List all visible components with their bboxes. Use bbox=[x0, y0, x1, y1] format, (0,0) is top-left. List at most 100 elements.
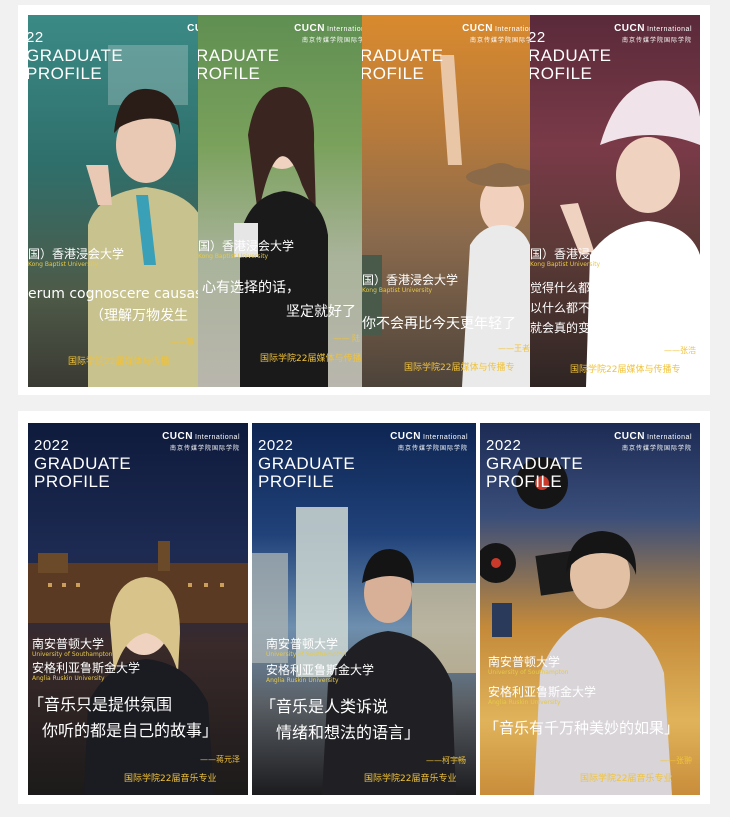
title-year: 22 bbox=[530, 29, 546, 46]
poster-title: 2022 GRADUATE PROFILE bbox=[486, 437, 583, 491]
school-en: Kong Baptist University bbox=[530, 261, 601, 268]
logo-sub: 南京传媒学院国际学院 bbox=[169, 445, 240, 452]
bottom-poster-2[interactable]: 2022 GRADUATE PROFILE CUCN International … bbox=[252, 423, 476, 795]
title-line2: PROFILE bbox=[28, 64, 103, 83]
poster-title: 22 RADUATE ROFILE bbox=[530, 29, 611, 83]
logo-brand: CUCN bbox=[187, 23, 198, 34]
major-label: 国际学院22届媒体与传播专 bbox=[404, 363, 515, 373]
school-name-2: 安格利亚鲁斯金大学 Anglia Ruskin University bbox=[32, 661, 140, 683]
school-name-1: 南安普顿大学 University of Southampton bbox=[266, 637, 346, 659]
title-year: 22 bbox=[28, 29, 44, 46]
logo-brand: CUCN bbox=[390, 431, 421, 442]
quote-line-2: 坚定就好了 bbox=[286, 304, 356, 320]
major-label: 国际学院22届媒体与传播 bbox=[68, 357, 170, 367]
school-en: Anglia Ruskin University bbox=[266, 677, 339, 684]
school-en: University of Southampton bbox=[488, 669, 569, 676]
bottom-poster-card: 2022 GRADUATE PROFILE CUCN International … bbox=[18, 411, 710, 804]
logo-sub: 南京传媒学院国际学院 bbox=[469, 37, 530, 44]
school-cn: 南安普顿大学 bbox=[32, 637, 105, 651]
title-line1: GRADUATE bbox=[258, 454, 356, 473]
major-label: 国际学院22届音乐专业 bbox=[124, 774, 217, 784]
signature: —— 陆 bbox=[333, 334, 360, 343]
school-name: 国）香港浸会大学 Kong Baptist University bbox=[362, 273, 458, 295]
school-en: Kong Baptist University bbox=[362, 287, 433, 294]
signature: ——蒋元泽 bbox=[200, 755, 240, 764]
major-label: 国际学院22届音乐专业 bbox=[580, 774, 673, 784]
title-line2: PROFILE bbox=[486, 472, 563, 491]
logo-sub: 南京传媒学院国际学院 bbox=[621, 37, 692, 44]
poster-title: 22 RADUATE ROFILE bbox=[362, 29, 443, 83]
title-line2: ROFILE bbox=[530, 64, 593, 83]
quote-line-3: 就会真的变成什么都不能做的人 bbox=[530, 321, 699, 335]
bottom-poster-1[interactable]: 2022 GRADUATE PROFILE CUCN International … bbox=[28, 423, 248, 795]
quote-line-1: 「音乐只是提供氛围 bbox=[28, 695, 173, 714]
school-en: Anglia Ruskin University bbox=[32, 675, 105, 682]
logo-brand: CUCN bbox=[294, 23, 325, 34]
cucn-logo: CUCN bbox=[187, 23, 198, 34]
school-cn: 国）香港浸会大学 bbox=[198, 239, 295, 253]
title-line2: PROFILE bbox=[258, 472, 335, 491]
logo-brand: CUCN bbox=[614, 23, 645, 34]
school-name-2: 安格利亚鲁斯金大学 Anglia Ruskin University bbox=[488, 685, 596, 707]
title-line2: ROFILE bbox=[362, 64, 425, 83]
poster-title: 22 RADUATE ROFILE bbox=[198, 29, 279, 83]
quote-line-2: 情绪和想法的语言」 bbox=[276, 723, 421, 742]
school-cn: 国）香港浸会大学 bbox=[530, 247, 627, 261]
title-year: 2022 bbox=[258, 437, 294, 454]
bottom-poster-3[interactable]: 2022 GRADUATE PROFILE CUCN International … bbox=[480, 423, 700, 795]
quote-line-1: 你不会再比今天更年轻了 bbox=[362, 316, 516, 332]
school-en: University of Southampton bbox=[266, 651, 347, 658]
logo-sub: 南京传媒学院国际学院 bbox=[301, 37, 362, 44]
top-poster-3[interactable]: 22 RADUATE ROFILE CUCNInternational 南京传媒… bbox=[362, 15, 530, 387]
signature: ——王者 bbox=[498, 344, 530, 353]
poster-title: 2022 GRADUATE PROFILE bbox=[258, 437, 355, 491]
school-en: University of Southampton bbox=[32, 651, 113, 658]
school-en: Anglia Ruskin University bbox=[488, 699, 561, 706]
school-cn: 国）香港浸会大学 bbox=[362, 273, 459, 287]
top-poster-card: CUCN 22 GRADUATE PROFILE 国）香港浸会大学 Kong B… bbox=[18, 5, 710, 395]
school-name-1: 南安普顿大学 University of Southampton bbox=[488, 655, 568, 677]
top-poster-2[interactable]: 22 RADUATE ROFILE CUCNInternational 南京传媒… bbox=[198, 15, 362, 387]
logo-sub: 南京传媒学院国际学院 bbox=[621, 445, 692, 452]
signature: ——张翀 bbox=[660, 756, 692, 765]
title-line1: GRADUATE bbox=[34, 454, 132, 473]
signature: ——蔡 bbox=[170, 338, 194, 347]
logo-brand: CUCN bbox=[614, 431, 645, 442]
poster-title: 2022 GRADUATE PROFILE bbox=[34, 437, 131, 491]
cucn-logo: CUCNInternational 南京传媒学院国际学院 bbox=[294, 23, 362, 44]
cucn-logo: CUCNInternational 南京传媒学院国际学院 bbox=[162, 431, 240, 452]
logo-intl: International bbox=[646, 26, 692, 33]
title-line1: GRADUATE bbox=[486, 454, 584, 473]
quote-line-2: 你听的都是自己的故事」 bbox=[42, 721, 219, 740]
school-name-1: 南安普顿大学 University of Southampton bbox=[32, 637, 112, 659]
school-cn: 南安普顿大学 bbox=[488, 655, 561, 669]
title-line2: PROFILE bbox=[34, 472, 111, 491]
quote-line-2: 以什么都不去做的话， bbox=[530, 301, 651, 315]
school-en: Kong Baptist University bbox=[28, 261, 99, 268]
school-cn: 安格利亚鲁斯金大学 bbox=[266, 663, 375, 677]
logo-intl: International bbox=[326, 26, 362, 33]
school-cn: 国）香港浸会大学 bbox=[28, 247, 125, 261]
top-poster-1[interactable]: CUCN 22 GRADUATE PROFILE 国）香港浸会大学 Kong B… bbox=[28, 15, 198, 387]
cucn-logo: CUCNInternational 南京传媒学院国际学院 bbox=[462, 23, 530, 44]
school-name: 国）香港浸会大学 Kong Baptist University bbox=[198, 239, 294, 261]
quote-line-1: 「音乐有千万种美妙的如果」 bbox=[484, 719, 680, 737]
title-year: 2022 bbox=[486, 437, 522, 454]
major-label: 国际学院22届媒体与传播专 bbox=[570, 365, 681, 375]
cucn-logo: CUCNInternational 南京传媒学院国际学院 bbox=[390, 431, 468, 452]
signature: ——柯宇畅 bbox=[426, 756, 466, 765]
logo-intl: International bbox=[194, 434, 240, 441]
logo-brand: CUCN bbox=[462, 23, 493, 34]
quote-line-1: erum cognoscere causas bbox=[28, 286, 198, 302]
school-en: Kong Baptist University bbox=[198, 253, 269, 260]
cucn-logo: CUCNInternational 南京传媒学院国际学院 bbox=[614, 23, 692, 44]
signature: ——张浩 bbox=[664, 346, 696, 355]
logo-sub: 南京传媒学院国际学院 bbox=[397, 445, 468, 452]
logo-intl: International bbox=[494, 26, 530, 33]
title-year: 2022 bbox=[34, 437, 70, 454]
major-label: 国际学院22届媒体与传播 bbox=[260, 354, 362, 364]
school-cn: 安格利亚鲁斯金大学 bbox=[32, 661, 141, 675]
top-poster-4[interactable]: 22 RADUATE ROFILE CUCN International 南京传媒… bbox=[530, 15, 700, 387]
title-line2: ROFILE bbox=[198, 64, 261, 83]
school-name: 国）香港浸会大学 Kong Baptist University bbox=[530, 247, 626, 269]
